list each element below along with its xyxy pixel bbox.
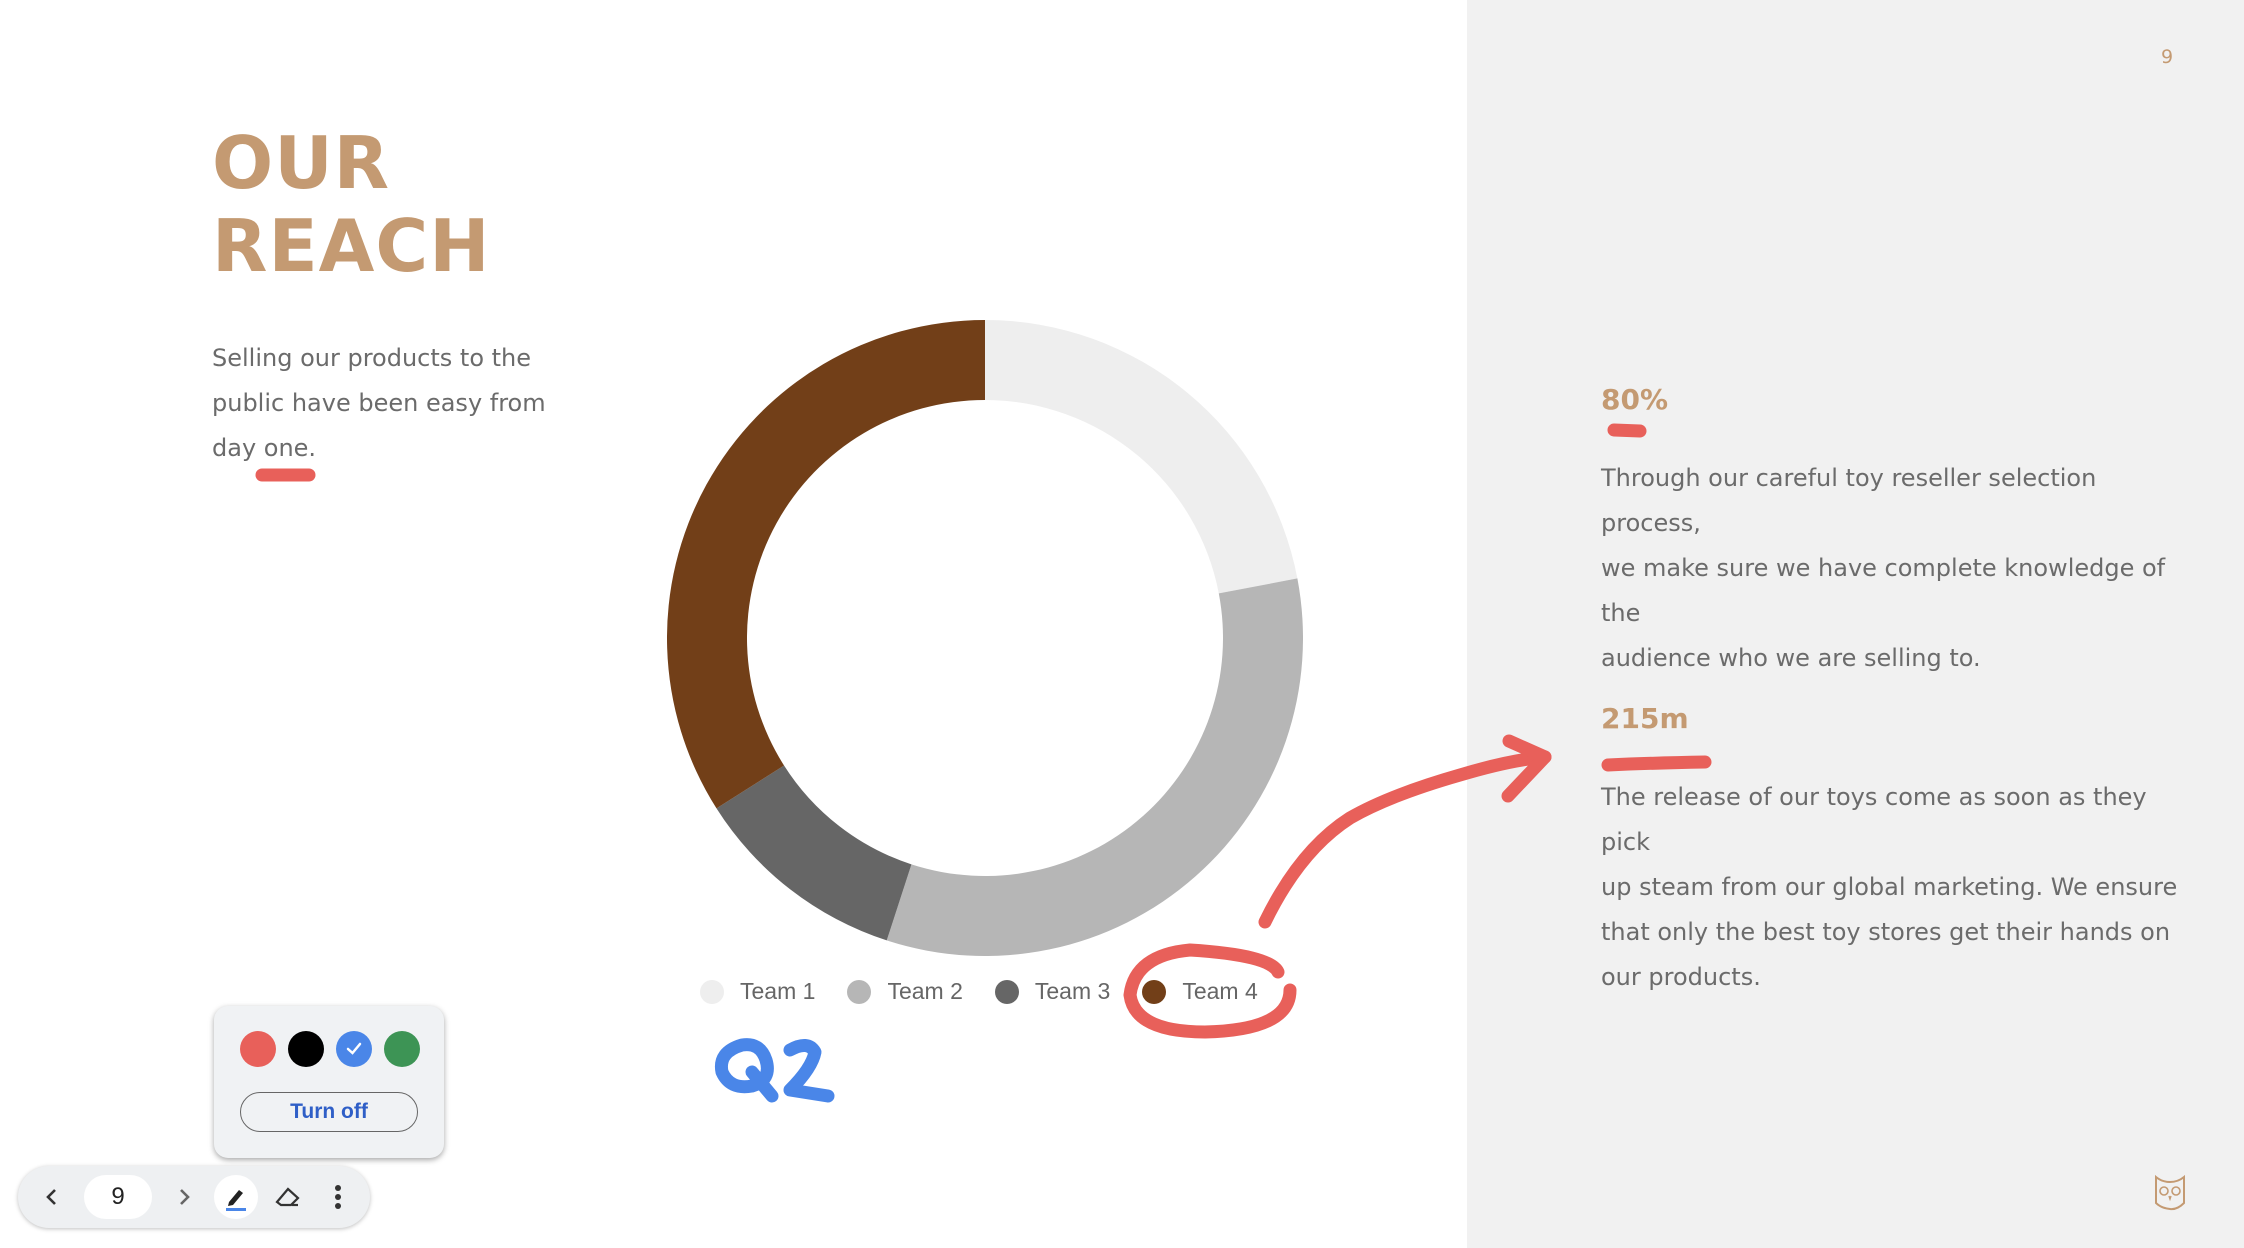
presentation-toolbar: 9 (18, 1166, 370, 1228)
more-options-button[interactable] (316, 1175, 360, 1219)
color-swatches (240, 1031, 420, 1067)
color-swatch-red[interactable] (240, 1031, 276, 1067)
donut-slice-team-2 (886, 578, 1303, 956)
pen-tool-button[interactable] (214, 1175, 258, 1219)
color-swatch-green[interactable] (384, 1031, 420, 1067)
color-swatch-blue[interactable] (336, 1031, 372, 1067)
turn-off-button[interactable]: Turn off (240, 1092, 418, 1132)
page-number-input[interactable]: 9 (84, 1175, 152, 1219)
eraser-icon (275, 1187, 300, 1207)
legend-item-team-2: Team 2 (847, 978, 963, 1005)
chevron-right-icon (180, 1189, 190, 1205)
legend-swatch-team-3 (994, 979, 1019, 1004)
legend-label-team-1: Team 1 (740, 978, 816, 1004)
pen-color-popover: Turn off (214, 1006, 444, 1158)
prev-slide-button[interactable] (30, 1175, 74, 1219)
donut-slice-team-4 (667, 320, 985, 809)
legend-item-team-1: Team 1 (700, 978, 815, 1005)
legend-swatch-team-1 (700, 979, 724, 1004)
legend-item-team-4: Team 4 (1142, 978, 1258, 1005)
donut-slice-team-1 (985, 320, 1298, 594)
eraser-tool-button[interactable] (266, 1175, 310, 1219)
color-swatch-black[interactable] (288, 1031, 324, 1067)
chevron-left-icon (46, 1189, 56, 1205)
legend-label-team-2: Team 2 (887, 978, 963, 1004)
legend-item-team-3: Team 3 (994, 978, 1111, 1005)
donut-slice-team-3 (716, 765, 912, 941)
legend-swatch-team-4 (1142, 979, 1167, 1004)
more-vert-icon (335, 1185, 341, 1209)
legend-label-team-4: Team 4 (1182, 978, 1258, 1004)
next-slide-button[interactable] (162, 1175, 206, 1219)
owl-icon (2155, 1174, 2185, 1211)
pen-icon (226, 1190, 246, 1211)
legend-swatch-team-2 (847, 979, 872, 1004)
chart-legend: Team 1 Team 2 Team 3 Team 4 (700, 978, 1290, 1005)
check-icon (346, 1042, 362, 1055)
legend-label-team-3: Team 3 (1034, 978, 1111, 1004)
